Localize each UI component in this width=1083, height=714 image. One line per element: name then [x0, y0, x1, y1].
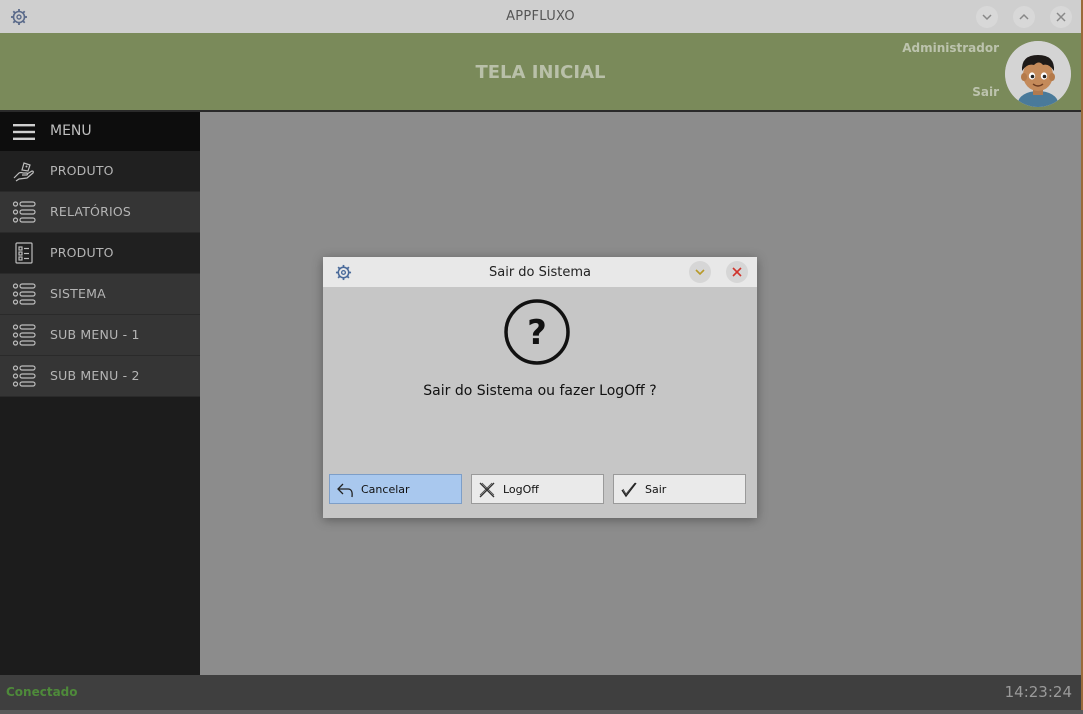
logoff-button-label: LogOff [503, 483, 539, 496]
chevron-down-icon [695, 269, 705, 276]
minimize-button[interactable] [976, 6, 998, 28]
sidebar-item-label: SUB MENU - 1 [50, 327, 140, 342]
logoff-button[interactable]: LogOff [471, 474, 604, 504]
connection-status: Conectado [6, 685, 78, 699]
list-icon [12, 324, 36, 346]
user-name: Administrador [902, 41, 999, 55]
clock: 14:23:24 [1004, 683, 1072, 701]
chevron-down-icon [982, 14, 992, 21]
dialog-close-button[interactable] [726, 261, 748, 283]
window-title: APPFLUXO [506, 9, 575, 24]
x-mark-icon [479, 482, 495, 498]
checklist-icon [15, 242, 33, 264]
menu-toggle[interactable]: MENU [0, 112, 200, 151]
maximize-button[interactable] [1013, 6, 1035, 28]
sidebar-item-sub-menu-1[interactable]: SUB MENU - 1 [0, 315, 200, 356]
chevron-up-icon [1019, 13, 1029, 20]
hand-icon [13, 162, 34, 182]
svg-text:?: ? [527, 313, 547, 353]
exit-dialog: Sair do Sistema ? Sair do Sistema ou faz… [323, 257, 757, 518]
avatar-image [1005, 41, 1071, 107]
sidebar: MENU PRODUTO RELATÓRIOS PRODUTO SISTEMA … [0, 112, 200, 675]
list-icon [12, 283, 36, 305]
close-icon [1056, 12, 1066, 22]
dialog-message: Sair do Sistema ou fazer LogOff ? [423, 383, 657, 399]
close-button[interactable] [1050, 6, 1072, 28]
list-icon [12, 201, 36, 223]
sidebar-item-label: RELATÓRIOS [50, 204, 132, 219]
window-titlebar: APPFLUXO [0, 0, 1081, 33]
sidebar-item-label: SUB MENU - 2 [50, 368, 140, 383]
exit-button-label: Sair [645, 483, 667, 496]
checkmark-icon [621, 482, 637, 498]
hamburger-icon [13, 124, 35, 140]
cancel-button[interactable]: Cancelar [329, 474, 462, 504]
undo-arrow-icon [337, 483, 353, 498]
avatar[interactable] [1005, 41, 1071, 107]
sidebar-item-sistema[interactable]: SISTEMA [0, 274, 200, 315]
sidebar-item-produto-2[interactable]: PRODUTO [0, 233, 200, 274]
close-icon [732, 267, 742, 277]
page-title: TELA INICIAL [475, 62, 606, 83]
sidebar-item-produto[interactable]: PRODUTO [0, 151, 200, 192]
exit-button[interactable]: Sair [613, 474, 746, 504]
dialog-minimize-button[interactable] [689, 261, 711, 283]
question-icon: ? [504, 299, 570, 365]
sidebar-item-label: SISTEMA [50, 286, 106, 301]
sidebar-item-label: PRODUTO [50, 163, 114, 178]
sidebar-item-relatorios[interactable]: RELATÓRIOS [0, 192, 200, 233]
dialog-titlebar: Sair do Sistema [323, 257, 757, 287]
app-header: TELA INICIAL Administrador Sair [0, 33, 1081, 112]
logout-link[interactable]: Sair [972, 85, 999, 99]
app-window: APPFLUXO TELA INICIAL Administrador Sair [0, 0, 1081, 710]
sidebar-item-sub-menu-2[interactable]: SUB MENU - 2 [0, 356, 200, 397]
background-strip-bottom [0, 710, 1083, 714]
status-bar: Conectado 14:23:24 [0, 675, 1081, 710]
list-icon [12, 365, 36, 387]
menu-label: MENU [50, 123, 92, 139]
sidebar-item-label: PRODUTO [50, 245, 114, 260]
cancel-button-label: Cancelar [361, 483, 410, 496]
